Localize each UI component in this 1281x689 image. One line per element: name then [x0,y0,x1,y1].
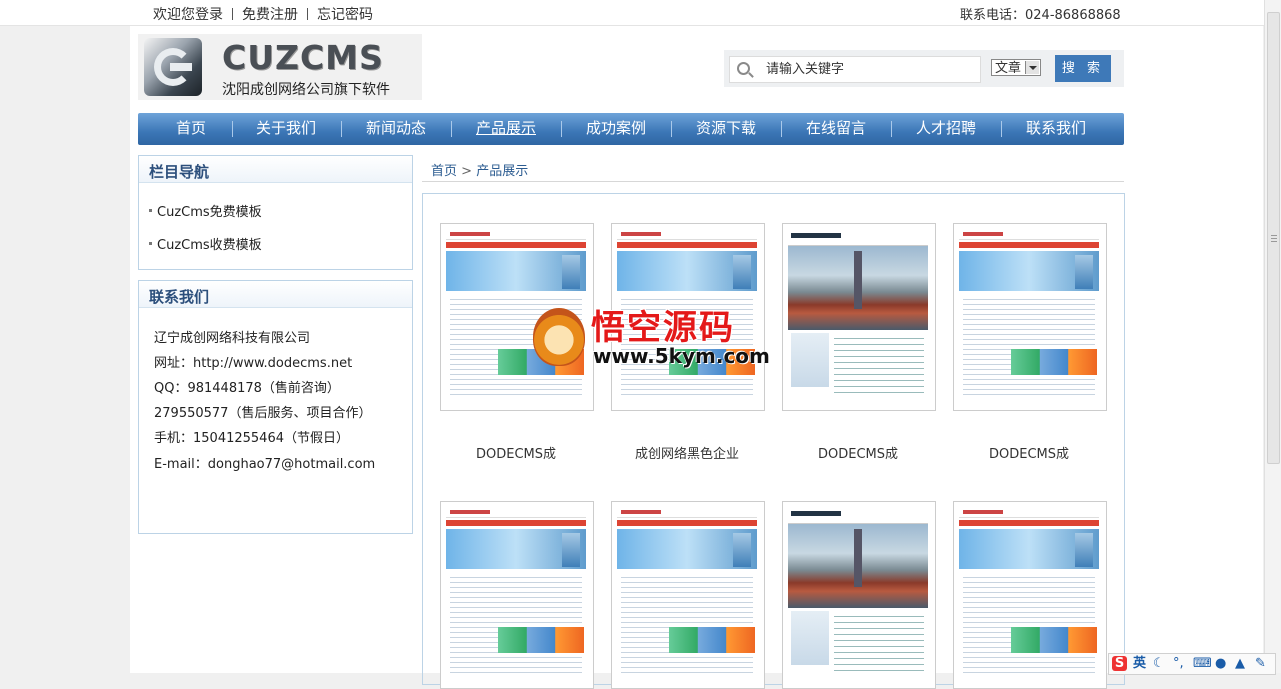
panel-header: 栏目导航 [139,156,412,183]
website-line: 网址：http://www.dodecms.net [154,356,353,371]
breadcrumb: 首页 > 产品展示 [431,160,528,179]
divider [307,8,308,20]
template-preview-image [446,507,586,682]
product-thumbnail[interactable] [611,501,765,689]
forgot-password-link[interactable]: 忘记密码 [317,7,373,23]
punctuation-icon[interactable]: °, [1173,656,1184,671]
user-icon[interactable]: ● [1215,656,1226,671]
watermark-url: www.5kym.com [593,344,770,368]
nav-item-cases[interactable]: 成功案例 [580,113,652,145]
mobile-line: 手机：15041255464（节假日） [154,431,349,446]
nav-divider [232,121,233,137]
template-preview-image [788,507,928,682]
template-preview-image [617,507,757,682]
site-logo[interactable]: CUZCMS 沈阳成创网络公司旗下软件 [138,34,422,100]
logo-subtitle: 沈阳成创网络公司旗下软件 [222,82,390,98]
nav-divider [671,121,672,137]
product-title[interactable]: DODECMS成 [953,443,1105,462]
panel-title: 栏目导航 [149,163,210,181]
nav-divider [341,121,342,137]
product-title[interactable]: DODECMS成 [782,443,934,462]
ime-toolbar: S 英 ☾ °, ⌨ ● ▲ ✎ [1108,653,1276,675]
panel-header: 联系我们 [139,281,412,308]
nav-item-products[interactable]: 产品展示 [470,113,542,145]
company-name: 辽宁成创网络科技有限公司 [154,331,311,346]
breadcrumb-current[interactable]: 产品展示 [476,164,528,179]
register-link[interactable]: 免费注册 [242,7,298,23]
search-button[interactable]: 搜 索 [1055,55,1111,82]
moon-icon[interactable]: ☾ [1153,656,1165,671]
chevron-right-icon: > [461,164,473,179]
category-panel: 栏目导航 CuzCms免费模板 CuzCms收费模板 [138,155,413,270]
keyboard-icon[interactable]: ⌨ [1193,656,1212,671]
product-thumbnail[interactable] [782,223,936,411]
nav-item-home[interactable]: 首页 [160,113,222,145]
nav-item-about[interactable]: 关于我们 [250,113,322,145]
product-thumbnail[interactable] [782,501,936,689]
template-preview-image [959,229,1099,404]
email-line: E-mail：donghao77@hotmail.com [154,457,376,472]
ime-mode[interactable]: 英 [1133,656,1146,671]
search-input[interactable] [766,60,971,78]
login-link[interactable]: 欢迎您登录 [153,7,223,23]
nav-item-downloads[interactable]: 资源下载 [690,113,762,145]
nav-divider [891,121,892,137]
template-preview-image [959,507,1099,682]
scrollbar-thumb[interactable] [1267,12,1280,464]
qq-presales-line: QQ：981448178（售前咨询） [154,381,340,396]
watermark-title: 悟空源码 [591,308,735,348]
shirt-icon[interactable]: ▲ [1235,656,1245,671]
logo-mark-icon [144,38,202,96]
top-bar: 欢迎您登录 免费注册 忘记密码 联系电话：024-86868868 [0,0,1281,26]
nav-item-guestbook[interactable]: 在线留言 [800,113,872,145]
search-type-value: 文章 [995,61,1022,76]
search-type-select[interactable]: 文章 [991,59,1041,76]
logo-title: CUZCMS [222,38,384,77]
nav-item-contact[interactable]: 联系我们 [1020,113,1092,145]
product-thumbnail[interactable] [440,501,594,689]
product-title[interactable]: DODECMS成 [440,443,592,462]
search-bar: 文章 搜 索 [724,50,1124,87]
nav-divider [561,121,562,137]
category-item-free[interactable]: CuzCms免费模板 [149,201,262,220]
chevron-down-icon [1025,61,1039,74]
search-icon [737,62,750,75]
watermark: 悟空源码 www.5kym.com [533,300,770,375]
contact-phone: 联系电话：024-86868868 [960,8,1121,23]
product-title[interactable]: 成创网络黑色企业 [611,443,763,462]
nav-divider [781,121,782,137]
top-links: 欢迎您登录 免费注册 忘记密码 [153,4,373,24]
category-item-paid[interactable]: CuzCms收费模板 [149,234,262,253]
panel-title: 联系我们 [149,288,210,306]
product-thumbnail[interactable] [953,223,1107,411]
product-thumbnail[interactable] [953,501,1107,689]
nav-item-jobs[interactable]: 人才招聘 [910,113,982,145]
wrench-icon[interactable]: ✎ [1255,656,1266,671]
vertical-scrollbar[interactable] [1264,0,1281,673]
nav-item-news[interactable]: 新闻动态 [360,113,432,145]
sogou-icon[interactable]: S [1112,656,1127,671]
nav-divider [451,121,452,137]
nav-divider [1001,121,1002,137]
breadcrumb-home[interactable]: 首页 [431,164,457,179]
divider [232,8,233,20]
contact-panel: 联系我们 辽宁成创网络科技有限公司 网址：http://www.dodecms.… [138,280,413,534]
main-nav: 首页 关于我们 新闻动态 产品展示 成功案例 资源下载 在线留言 人才招聘 联系… [138,113,1124,145]
search-field [729,56,981,83]
template-preview-image [788,229,928,404]
breadcrumb-divider [422,181,1124,182]
qq-aftersales-line: 279550577（售后服务、项目合作） [154,406,372,421]
monkey-logo-icon [533,308,585,366]
